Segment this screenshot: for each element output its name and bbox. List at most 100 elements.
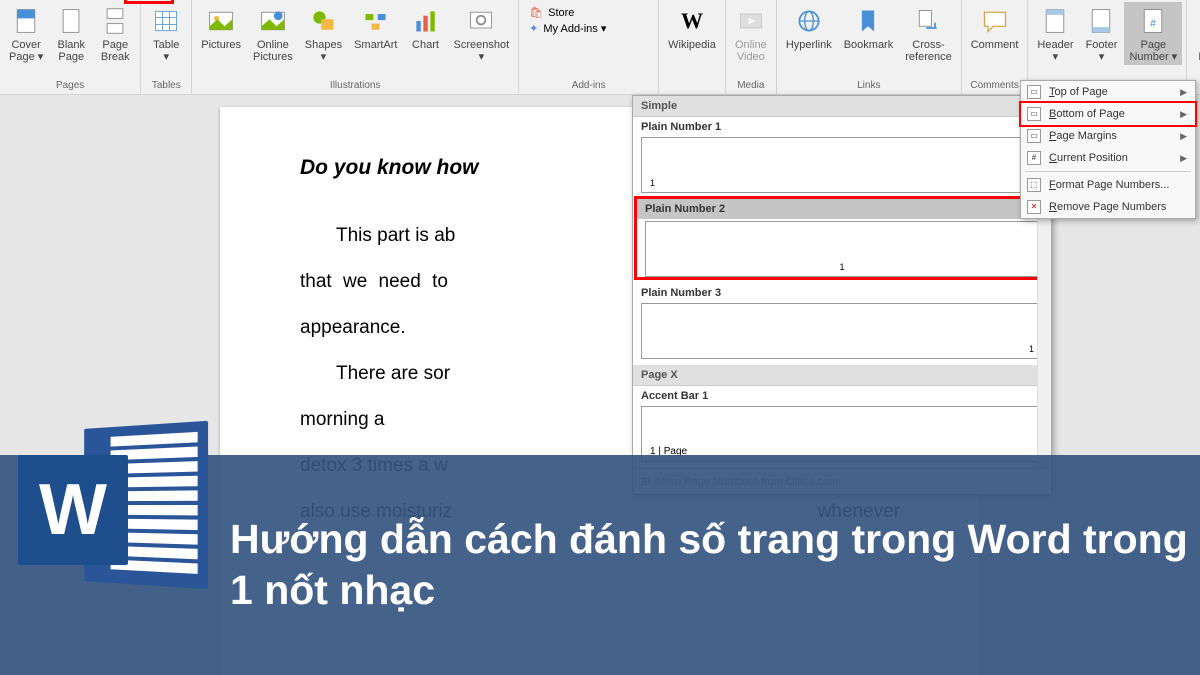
wikipedia-button[interactable]: WWikipedia [663, 2, 721, 53]
chevron-right-icon: ▶ [1180, 131, 1187, 142]
smartart-button[interactable]: SmartArt [349, 2, 402, 53]
smartart-label: SmartArt [354, 37, 397, 53]
table-label: Table ▾ [153, 37, 179, 65]
gallery-item-plain-3[interactable]: Plain Number 3 1 [633, 283, 1051, 359]
gallery-item-accent-1[interactable]: Accent Bar 1 1 | Page [633, 386, 1051, 462]
dd-current-position[interactable]: # Current Position ▶ [1021, 147, 1195, 169]
textbox-icon: A [1196, 5, 1200, 37]
screenshot-icon [465, 5, 497, 37]
cover-page-icon [10, 5, 42, 37]
page-number-gallery: Simple Plain Number 1 1 Plain Number 2 1… [632, 95, 1052, 495]
header-label: Header ▾ [1037, 37, 1073, 65]
addins-icon: ✦ [529, 22, 538, 35]
gallery-item-plain-1[interactable]: Plain Number 1 1 [633, 117, 1051, 193]
group-illustrations-label: Illustrations [330, 78, 381, 94]
chevron-right-icon: ▶ [1180, 153, 1187, 164]
footer-icon [1085, 5, 1117, 37]
group-media: Online Video Media [726, 0, 777, 94]
blank-page-button[interactable]: Blank Page [50, 2, 92, 65]
screenshot-button[interactable]: Screenshot ▾ [449, 2, 515, 65]
textbox-button[interactable]: AText Box ▾ [1191, 2, 1200, 65]
pictures-label: Pictures [201, 37, 241, 53]
gallery-item-title: Plain Number 2 [637, 199, 1047, 219]
crossref-button[interactable]: Cross- reference [900, 2, 956, 65]
gallery-item-title: Accent Bar 1 [633, 386, 1051, 404]
group-links-label: Links [857, 78, 880, 94]
page-number-button[interactable]: # Page Number ▾ [1124, 2, 1182, 65]
page-number-label: Page Number ▾ [1129, 37, 1177, 65]
group-tables: Table ▾ Tables [141, 0, 192, 94]
blank-page-icon [55, 5, 87, 37]
chart-icon [410, 5, 442, 37]
gallery-preview: 1 [641, 303, 1043, 359]
page-break-button[interactable]: Page Break [94, 2, 136, 65]
group-addins-label: Add-ins [572, 78, 606, 94]
dd-page-margins[interactable]: ▭Page Margins▶ [1021, 125, 1195, 147]
dd-format-page-numbers[interactable]: ⬚Format Page Numbers... [1021, 174, 1195, 196]
my-addins-label: My Add-ins ▾ [543, 22, 606, 35]
format-icon: ⬚ [1027, 178, 1041, 192]
remove-icon: ✕ [1027, 200, 1041, 214]
dd-label: Top of Page [1049, 86, 1108, 98]
group-media-label: Media [737, 78, 764, 94]
word-logo-letter: W [39, 469, 107, 551]
group-pages-label: Pages [56, 78, 84, 94]
page-break-label: Page Break [101, 37, 130, 65]
wikipedia-icon: W [676, 5, 708, 37]
smartart-icon [360, 5, 392, 37]
pictures-button[interactable]: Pictures [196, 2, 246, 53]
gallery-preview: 1 [645, 221, 1039, 277]
dd-label: Current Position [1049, 152, 1128, 164]
hyperlink-label: Hyperlink [786, 37, 832, 53]
comment-icon [979, 5, 1011, 37]
pictures-icon [205, 5, 237, 37]
word-logo-badge: W [18, 455, 128, 565]
table-icon [150, 5, 182, 37]
word-logo: W [18, 415, 208, 605]
table-button[interactable]: Table ▾ [145, 2, 187, 65]
hyperlink-button[interactable]: Hyperlink [781, 2, 837, 53]
page-number-icon: # [1137, 5, 1169, 37]
spacer [691, 78, 694, 94]
svg-text:#: # [1150, 17, 1156, 29]
hyperlink-icon [793, 5, 825, 37]
my-addins-button[interactable]: ✦ My Add-ins ▾ [529, 22, 606, 35]
shapes-label: Shapes ▾ [305, 37, 342, 65]
dd-remove-page-numbers[interactable]: ✕Remove Page Numbers [1021, 196, 1195, 218]
online-video-button[interactable]: Online Video [730, 2, 772, 65]
store-icon: 🛍 [529, 6, 543, 19]
page-icon: # [1027, 151, 1041, 165]
footer-button[interactable]: Footer ▾ [1080, 2, 1122, 65]
chevron-right-icon: ▶ [1180, 87, 1187, 98]
online-pictures-button[interactable]: Online Pictures [248, 2, 298, 65]
shapes-button[interactable]: Shapes ▾ [300, 2, 347, 65]
store-button[interactable]: 🛍Store [529, 6, 574, 19]
gallery-preview: 1 [641, 137, 1043, 193]
online-pictures-label: Online Pictures [253, 37, 293, 65]
dd-bottom-of-page[interactable]: ▭ Bottom of Page ▶ [1021, 103, 1195, 125]
shapes-icon [307, 5, 339, 37]
header-icon [1039, 5, 1071, 37]
page-icon: ▭ [1027, 107, 1041, 121]
chart-button[interactable]: Chart [405, 2, 447, 53]
screenshot-label: Screenshot ▾ [454, 37, 510, 65]
header-button[interactable]: Header ▾ [1032, 2, 1078, 65]
cover-page-button[interactable]: Cover Page ▾ [4, 2, 48, 65]
blank-page-label: Blank Page [58, 37, 86, 65]
comment-label: Comment [971, 37, 1019, 53]
chevron-right-icon: ▶ [1180, 109, 1187, 120]
gallery-item-plain-2[interactable]: Plain Number 2 1 [637, 199, 1047, 277]
gallery-category-pagex: Page X [633, 365, 1051, 386]
cover-page-label: Cover Page ▾ [9, 37, 43, 65]
dd-top-of-page[interactable]: ▭Top of Page▶ [1021, 81, 1195, 103]
page-break-icon [99, 5, 131, 37]
page-number-dropdown: ▭ Top of Page ▶ ▭ Bottom of Page ▶ ▭Page Mar… [1020, 80, 1196, 219]
group-addins: 🛍Store ✦ My Add-ins ▾ Add-ins [519, 0, 659, 94]
dd-separator [1025, 171, 1191, 172]
bookmark-button[interactable]: Bookmark [839, 2, 899, 53]
crossref-icon [912, 5, 944, 37]
comment-button[interactable]: Comment [966, 2, 1024, 53]
dd-label: Bottom of Page [1049, 108, 1125, 120]
footer-label: Footer ▾ [1086, 37, 1118, 65]
group-pages: Cover Page ▾ Blank Page Page Break Pages [0, 0, 141, 94]
